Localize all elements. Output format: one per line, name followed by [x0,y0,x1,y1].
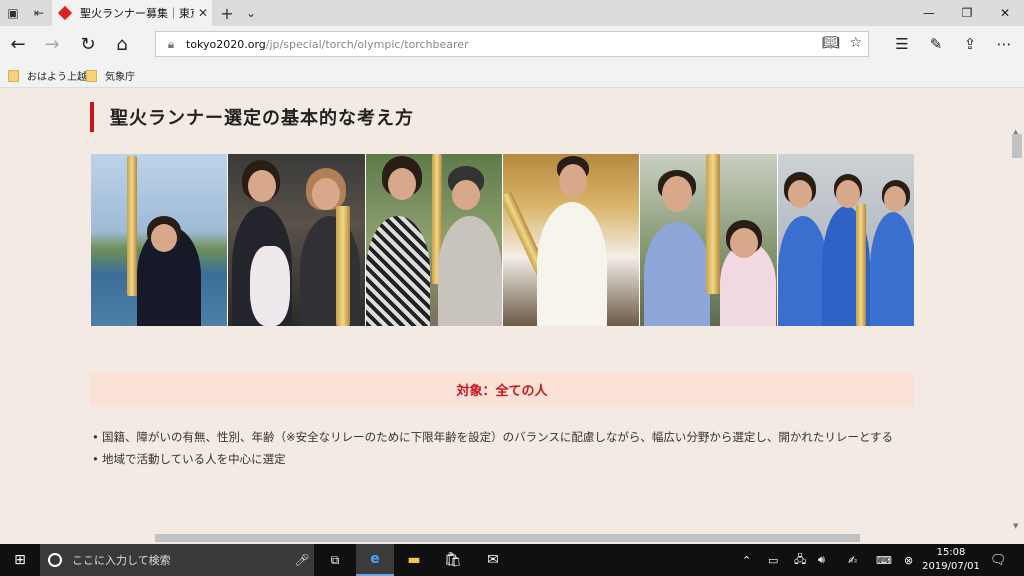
baby [250,246,291,326]
site-favicon-icon [57,5,73,21]
taskbar-search[interactable]: ここに入力して検索 🎤︎ [40,544,314,576]
reading-view-icon[interactable]: 📖︎ [822,35,840,51]
tab-manager-icon[interactable]: ▣ [0,0,26,26]
torchbearer-photo-strip [91,154,914,326]
folder-icon [8,69,19,82]
vertical-scrollbar[interactable]: ▲ ▼ [1010,88,1024,532]
favorite-label: 気象庁 [105,72,135,83]
more-menu-icon[interactable]: ⋯ [990,30,1018,58]
favorites-bar: おはよう上越 気象庁 [0,62,1024,88]
photo-elderly-women [365,154,503,326]
volume-icon[interactable]: 🔊︎ [818,544,825,576]
favorites-hub-icon[interactable]: ☰ [888,30,916,58]
person [536,202,607,326]
target-banner: 対象：全ての人 [90,372,914,406]
active-tab[interactable]: 聖火ランナー募集｜東京2 ✕ [52,0,212,26]
url-path: /jp/special/torch/olympic/torchbearer [265,37,469,51]
tab-preview-chevron-icon[interactable]: ⌄ [240,0,262,26]
system-clock[interactable]: 15:08 2019/07/01 [920,546,982,574]
torch [855,204,866,326]
horizontal-scroll-thumb[interactable] [155,534,860,542]
cortana-icon [48,553,62,567]
person [300,216,361,326]
bullet-dot-icon: • [92,430,99,444]
action-center-icon[interactable]: 🗨︎ [990,544,1007,576]
person [365,216,430,326]
network-icon[interactable]: 🖧︎ [794,544,806,576]
person [437,216,502,326]
face [558,164,587,198]
back-arrow-icon[interactable]: ← [4,30,32,58]
ime-off-icon[interactable]: ⊗ [904,544,913,576]
torch [706,154,721,294]
tab-close-icon[interactable]: ✕ [194,6,212,20]
vertical-scroll-thumb[interactable] [1012,134,1022,158]
windows-start-icon[interactable]: ⊞ [0,544,40,576]
person [777,216,828,326]
favorite-star-icon[interactable]: ☆ [849,35,862,51]
folder-icon [86,69,97,82]
clock-date: 2019/07/01 [922,561,980,572]
pen-icon[interactable]: ✎ [922,30,950,58]
scroll-down-arrow-icon[interactable]: ▼ [1013,522,1018,530]
microphone-icon[interactable]: 🎤︎ [290,553,314,567]
photo-group-blue [777,154,914,326]
person [869,212,914,326]
favorite-folder-item[interactable]: 気象庁 [86,68,135,83]
store-icon[interactable]: 🛍︎ [434,544,472,576]
lock-icon[interactable]: 🔒︎ [156,37,186,52]
restore-button[interactable]: ❐ [948,0,986,26]
list-item: • 国籍、障がいの有無、性別、年齢（※安全なリレーのために下限年齢を設定）のバラ… [92,426,922,448]
photo-woman-lake [91,154,229,326]
set-aside-tabs-icon[interactable]: ⇤ [26,0,52,26]
bullet-dot-icon: • [92,452,99,466]
tray-show-hidden-icon[interactable]: ⌃ [742,544,751,576]
list-item: • 地域で活動している人を中心に選定 [92,448,922,470]
favorite-folder-item[interactable]: おはよう上越 [8,68,87,83]
clock-time: 15:08 [936,547,966,558]
minimize-button[interactable]: — [910,0,948,26]
photo-couple [640,154,778,326]
pen-workspace-icon[interactable]: ✍ [848,544,857,576]
horizontal-scrollbar[interactable] [0,532,1010,544]
photo-mothers-baby [228,154,366,326]
file-explorer-icon[interactable]: ▬ [396,544,432,576]
touch-keyboard-icon[interactable]: ⌨ [876,544,892,576]
home-icon[interactable]: ⌂ [108,30,136,58]
mail-icon[interactable]: ✉ [474,544,512,576]
favorite-label: おはよう上越 [27,72,87,83]
task-view-icon[interactable]: ⧉ [318,544,352,576]
edge-browser-icon[interactable]: e [356,544,394,576]
navigation-bar: ← → ↻ ⌂ 🔒︎ tokyo2020.org /jp/special/tor… [0,26,1024,62]
tab-title: 聖火ランナー募集｜東京2 [80,7,194,20]
section-heading: 聖火ランナー選定の基本的な考え方 [90,102,414,132]
torch [127,156,137,296]
battery-icon[interactable]: ▭ [768,544,778,576]
address-bar[interactable]: 🔒︎ tokyo2020.org /jp/special/torch/olymp… [155,31,869,57]
person [644,222,711,326]
face [787,180,812,208]
photo-chef [502,154,641,326]
face [451,180,480,210]
share-icon[interactable]: ⇪ [956,30,984,58]
page-content: 聖火ランナー選定の基本的な考え方 対象：全ての人 • 国籍、障がいの有無、性別、… [0,88,1010,532]
face [151,224,177,252]
new-tab-icon[interactable]: + [216,0,238,26]
url-host: tokyo2020.org [186,37,266,51]
search-placeholder: ここに入力して検索 [72,554,171,567]
taskbar: ⊞ ここに入力して検索 🎤︎ ⧉ e ▬ 🛍︎ ✉ ⌃ ▭ 🖧︎ 🔊︎ ✍ ⌨ … [0,544,1024,576]
forward-arrow-icon[interactable]: → [38,30,66,58]
close-window-button[interactable]: ✕ [986,0,1024,26]
torch [336,206,351,326]
face [883,186,906,212]
face [387,168,416,200]
refresh-icon[interactable]: ↻ [74,30,102,58]
criteria-list: • 国籍、障がいの有無、性別、年齢（※安全なリレーのために下限年齢を設定）のバラ… [92,426,922,470]
face [662,176,693,212]
